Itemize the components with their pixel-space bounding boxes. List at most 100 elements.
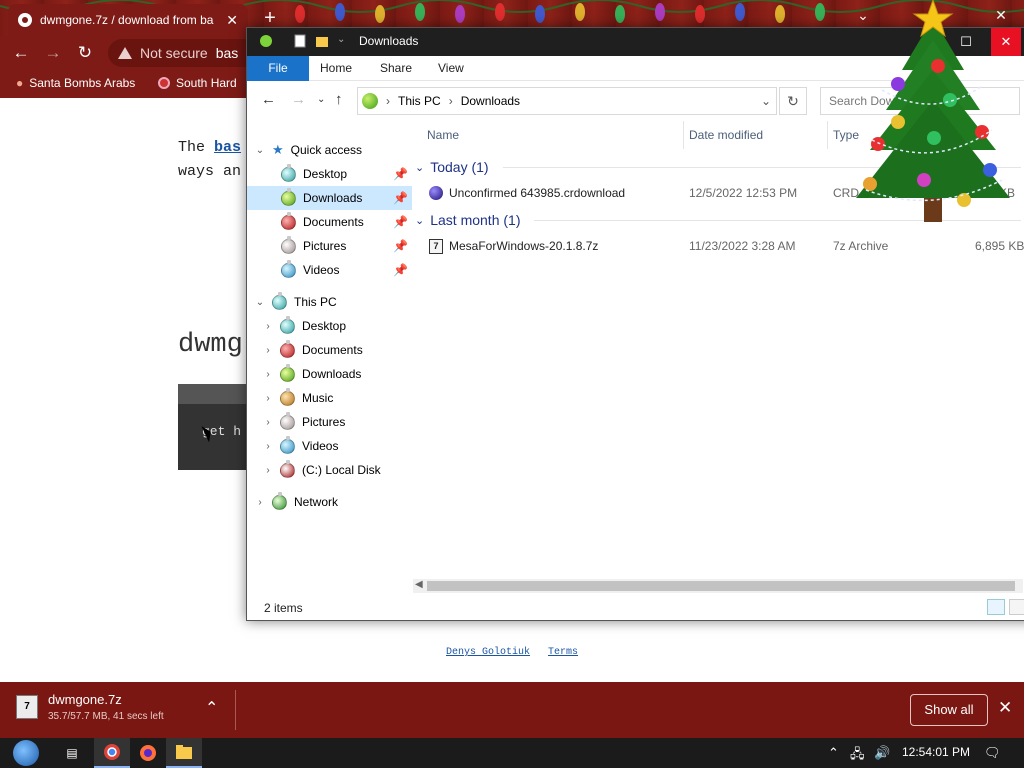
nav-quick-downloads[interactable]: Downloads xyxy=(247,186,412,210)
explorer-back-button[interactable]: ← xyxy=(261,91,276,108)
address-dropdown-icon[interactable]: ⌄ xyxy=(756,94,776,108)
nav-label: Quick access xyxy=(290,143,363,157)
bookmark-favicon-icon xyxy=(158,77,170,89)
collapse-chevron-icon[interactable]: › xyxy=(263,345,273,356)
footer-author-link[interactable]: Denys Golotiuk xyxy=(446,647,530,658)
star-icon: ★ xyxy=(272,142,284,157)
scroll-left-arrow-icon[interactable]: ◀ xyxy=(415,579,423,590)
column-header-date[interactable]: Date modified xyxy=(689,121,763,149)
show-all-button[interactable]: Show all xyxy=(910,694,988,726)
nav-quick-videos[interactable]: Videos xyxy=(281,258,339,282)
navigation-pane: ⌄ ★ Quick access Desktop Downloads Docum… xyxy=(247,121,412,591)
pin-icon[interactable]: 📌 xyxy=(393,239,408,253)
group-collapse-chevron-icon[interactable]: ⌄ xyxy=(415,214,424,227)
chrome-taskbar-icon[interactable] xyxy=(94,738,130,768)
group-label: Today (1) xyxy=(430,159,489,175)
nav-label: (C:) Local Disk xyxy=(302,463,381,477)
pin-icon[interactable]: 📌 xyxy=(393,191,408,205)
nav-this-pc[interactable]: ⌄ This PC xyxy=(255,290,337,314)
tab-view[interactable]: View xyxy=(425,56,477,81)
collapse-chevron-icon[interactable]: › xyxy=(263,417,273,428)
back-button[interactable]: ← xyxy=(8,41,34,65)
download-progress: 35.7/57.7 MB, 41 secs left xyxy=(48,711,164,722)
bookmark-item[interactable]: South Hard xyxy=(158,76,237,90)
download-options-chevron-icon[interactable]: ⌃ xyxy=(205,698,218,718)
column-header-name[interactable]: Name xyxy=(427,121,459,149)
nav-network[interactable]: › Network xyxy=(255,490,338,514)
documents-ornament-icon xyxy=(281,211,296,230)
status-bar: 2 items xyxy=(247,596,1024,620)
nav-label: Documents xyxy=(303,215,364,229)
intro-link[interactable]: bas xyxy=(214,139,241,156)
footer-terms-link[interactable]: Terms xyxy=(548,647,578,658)
breadcrumb-downloads[interactable]: Downloads xyxy=(461,94,520,108)
collapse-chevron-icon[interactable]: › xyxy=(263,369,273,380)
tab-close-icon[interactable]: ✕ xyxy=(226,12,238,29)
desktop-ornament-icon xyxy=(280,315,295,334)
nav-quick-documents[interactable]: Documents xyxy=(281,210,364,234)
group-collapse-chevron-icon[interactable]: ⌄ xyxy=(415,161,424,174)
new-folder-icon[interactable] xyxy=(315,34,329,48)
shelf-divider xyxy=(235,690,236,730)
network-icon[interactable]: 🖧 xyxy=(850,745,865,767)
tab-share[interactable]: Share xyxy=(367,56,425,81)
collapse-chevron-icon[interactable]: › xyxy=(263,441,273,452)
nav-pc-desktop[interactable]: › Desktop xyxy=(263,314,346,338)
not-secure-warning-icon xyxy=(118,47,132,59)
pin-icon[interactable]: 📌 xyxy=(393,215,408,229)
tab-file[interactable]: File xyxy=(247,56,309,81)
expand-chevron-icon[interactable]: ⌄ xyxy=(255,297,265,308)
clock[interactable]: 12:54:01 PM xyxy=(902,745,970,759)
reload-button[interactable]: ↻ xyxy=(72,41,98,65)
volume-icon[interactable]: 🔊 xyxy=(874,745,890,761)
intro-text-line2: ways an xyxy=(178,163,242,180)
up-button[interactable]: ↑ xyxy=(335,91,343,108)
collapse-chevron-icon[interactable]: › xyxy=(263,321,273,332)
nav-pc-downloads[interactable]: › Downloads xyxy=(263,362,361,386)
nav-pc-videos[interactable]: › Videos xyxy=(263,434,338,458)
collapse-chevron-icon[interactable]: › xyxy=(255,497,265,508)
nav-pc-local-disk[interactable]: › (C:) Local Disk xyxy=(263,458,381,482)
firefox-taskbar-icon[interactable] xyxy=(130,738,166,768)
shelf-close-icon[interactable]: ✕ xyxy=(998,698,1012,718)
recent-locations-chevron-icon[interactable]: ⌄ xyxy=(317,94,325,105)
properties-icon[interactable] xyxy=(293,34,307,48)
pictures-ornament-icon xyxy=(280,411,295,430)
large-icons-view-icon[interactable] xyxy=(1009,599,1024,615)
pin-icon[interactable]: 📌 xyxy=(393,263,408,277)
pin-icon[interactable]: 📌 xyxy=(393,167,408,181)
nav-quick-pictures[interactable]: Pictures xyxy=(281,234,346,258)
nav-quick-access[interactable]: ⌄ ★ Quick access xyxy=(255,138,362,162)
horizontal-scrollbar[interactable]: ◀ xyxy=(413,579,1023,593)
nav-pc-documents[interactable]: › Documents xyxy=(263,338,363,362)
nav-quick-desktop[interactable]: Desktop xyxy=(281,162,347,186)
scrollbar-thumb[interactable] xyxy=(427,581,1015,591)
nav-label: Videos xyxy=(302,439,339,453)
browser-tab-active[interactable]: dwmgone.7z / download from ba ✕ xyxy=(8,4,248,36)
nav-label: Downloads xyxy=(303,191,363,205)
column-divider[interactable] xyxy=(827,121,828,149)
file-size: 6,895 KB xyxy=(975,239,1024,253)
file-explorer-taskbar-icon[interactable] xyxy=(166,738,202,768)
address-bar[interactable]: › This PC › Downloads ⌄ xyxy=(357,87,777,115)
task-view-icon[interactable]: ▤ xyxy=(54,738,90,768)
column-divider[interactable] xyxy=(683,121,684,149)
download-item[interactable]: 7 dwmgone.7z 35.7/57.7 MB, 41 secs left xyxy=(16,692,164,722)
tray-expand-icon[interactable]: ⌃ xyxy=(828,745,839,761)
bookmark-item[interactable]: ● Santa Bombs Arabs xyxy=(16,76,135,90)
tab-home[interactable]: Home xyxy=(307,56,365,81)
refresh-button[interactable]: ↻ xyxy=(779,87,807,115)
expand-chevron-icon[interactable]: ⌄ xyxy=(255,145,265,156)
collapse-chevron-icon[interactable]: › xyxy=(263,393,273,404)
start-button[interactable] xyxy=(8,738,44,768)
explorer-forward-button[interactable]: → xyxy=(291,91,306,108)
details-view-icon[interactable] xyxy=(987,599,1005,615)
notifications-icon[interactable]: 🗨 xyxy=(984,745,1001,761)
breadcrumb-this-pc[interactable]: This PC xyxy=(398,94,441,108)
nav-pc-pictures[interactable]: › Pictures xyxy=(263,410,345,434)
file-date: 12/5/2022 12:53 PM xyxy=(689,186,798,200)
forward-button[interactable]: → xyxy=(40,41,66,65)
collapse-chevron-icon[interactable]: › xyxy=(263,465,273,476)
nav-pc-music[interactable]: › Music xyxy=(263,386,333,410)
qat-dropdown-icon[interactable]: ⌄ xyxy=(337,34,351,48)
